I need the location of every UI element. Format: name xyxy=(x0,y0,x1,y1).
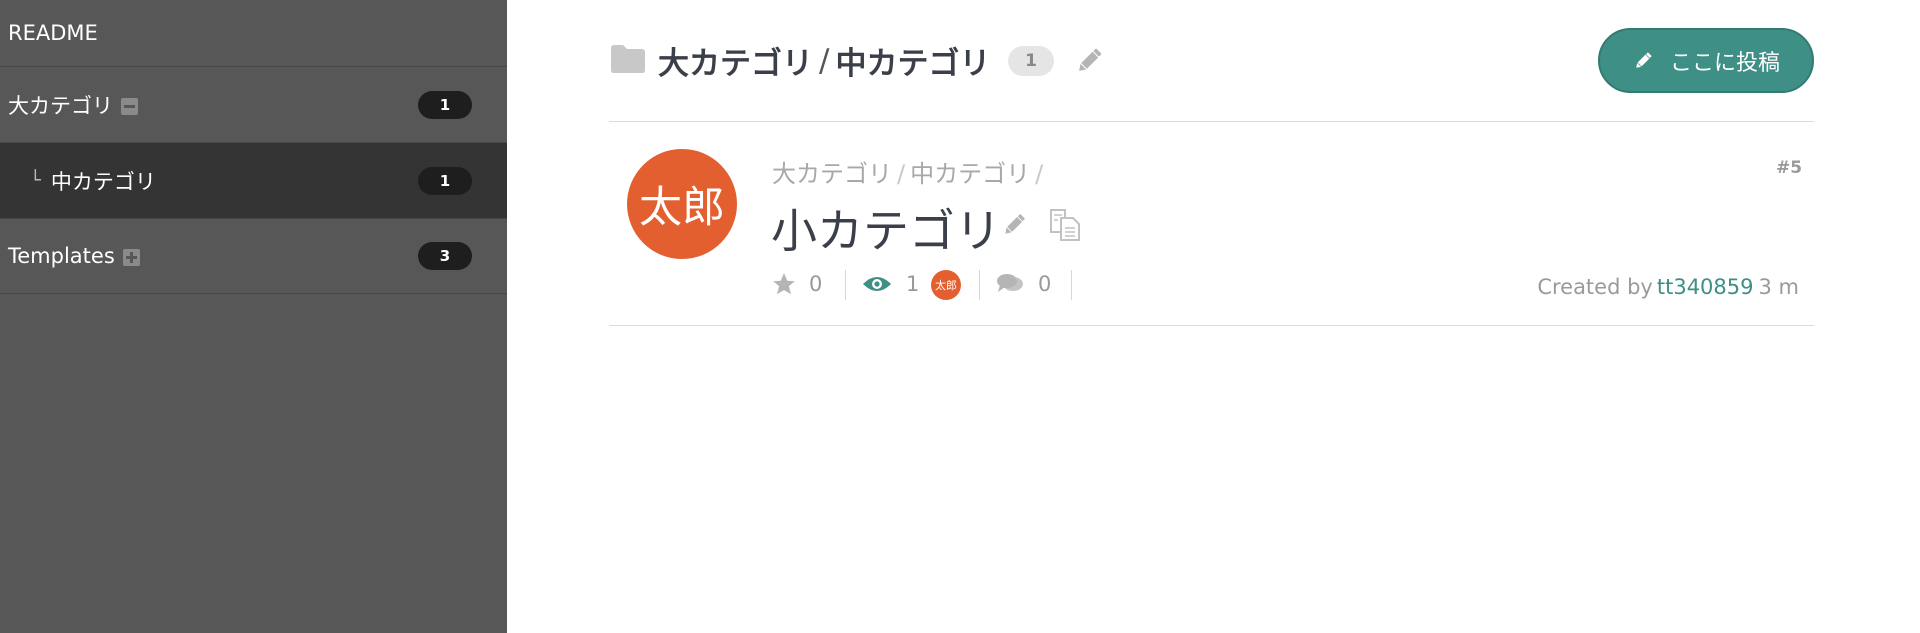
watchers-meta[interactable]: 1 xyxy=(862,269,919,299)
sidebar-item-label-wrap: Templates xyxy=(8,244,140,268)
sidebar-item-label: README xyxy=(8,21,98,45)
page-title: 大カテゴリ / 中カテゴリ xyxy=(658,38,990,83)
divider xyxy=(609,325,1814,326)
sidebar-item-category-medium[interactable]: └ 中カテゴリ 1 xyxy=(0,143,507,219)
breadcrumb-separator: / xyxy=(897,160,906,188)
comment-count: 0 xyxy=(1038,272,1052,296)
star-count: 0 xyxy=(809,272,823,296)
copy-icon[interactable] xyxy=(1049,208,1081,242)
created-info: Created by tt340859 3 m xyxy=(1537,275,1799,299)
meta-divider xyxy=(979,270,980,300)
sidebar-item-readme[interactable]: README xyxy=(0,0,507,67)
meta-divider xyxy=(1071,270,1072,300)
author-link[interactable]: tt340859 xyxy=(1657,275,1754,299)
breadcrumb-item[interactable]: 中カテゴリ xyxy=(835,38,990,83)
breadcrumb-item[interactable]: 中カテゴリ xyxy=(910,160,1030,188)
minus-icon[interactable] xyxy=(121,98,138,115)
post-title[interactable]: 小カテゴリ xyxy=(771,195,1001,261)
post-here-button[interactable]: ここに投稿 xyxy=(1598,28,1814,93)
pencil-icon[interactable] xyxy=(1073,45,1105,77)
count-badge: 1 xyxy=(418,90,472,119)
watcher-avatar[interactable]: 太郎 xyxy=(931,270,961,300)
post-number: #5 xyxy=(1776,158,1803,178)
folder-icon xyxy=(611,45,645,73)
meta-divider xyxy=(845,270,846,300)
sidebar-item-label-wrap: └ 中カテゴリ xyxy=(30,166,156,196)
sidebar-item-label: 大カテゴリ xyxy=(8,93,113,118)
sidebar: README 大カテゴリ 1 └ 中カテゴリ 1 Templates 3 xyxy=(0,0,507,633)
sidebar-item-label: 中カテゴリ xyxy=(50,169,156,194)
breadcrumb-item[interactable]: 大カテゴリ xyxy=(658,38,813,83)
sidebar-item-label-wrap: 大カテゴリ xyxy=(8,90,138,120)
breadcrumb-separator: / xyxy=(819,42,830,79)
comments-icon xyxy=(997,274,1023,292)
pencil-icon[interactable] xyxy=(1000,211,1028,239)
star-icon xyxy=(773,273,795,295)
eye-icon xyxy=(863,277,891,291)
count-badge: 1 xyxy=(418,166,472,195)
time-ago: 3 m xyxy=(1758,275,1800,299)
pencil-icon xyxy=(1636,52,1652,68)
comments-meta[interactable]: 0 xyxy=(996,269,1051,299)
post-breadcrumb: 大カテゴリ / 中カテゴリ / xyxy=(772,154,1048,189)
breadcrumb-separator: / xyxy=(1035,160,1044,188)
sidebar-item-templates[interactable]: Templates 3 xyxy=(0,219,507,294)
breadcrumb-item[interactable]: 大カテゴリ xyxy=(772,160,892,188)
post-here-button-label: ここに投稿 xyxy=(1669,50,1780,76)
avatar[interactable]: 太郎 xyxy=(627,149,737,259)
star-meta[interactable]: 0 xyxy=(771,269,822,299)
category-count-badge: 1 xyxy=(1008,46,1054,76)
count-badge: 3 xyxy=(418,242,472,270)
divider xyxy=(609,121,1814,122)
plus-icon[interactable] xyxy=(122,248,140,266)
tree-branch-icon: └ xyxy=(30,170,41,191)
sidebar-item-label: Templates xyxy=(8,244,115,268)
sidebar-item-category-large[interactable]: 大カテゴリ 1 xyxy=(0,67,507,143)
watcher-count: 1 xyxy=(906,272,920,296)
created-by-label: Created by xyxy=(1537,275,1653,299)
